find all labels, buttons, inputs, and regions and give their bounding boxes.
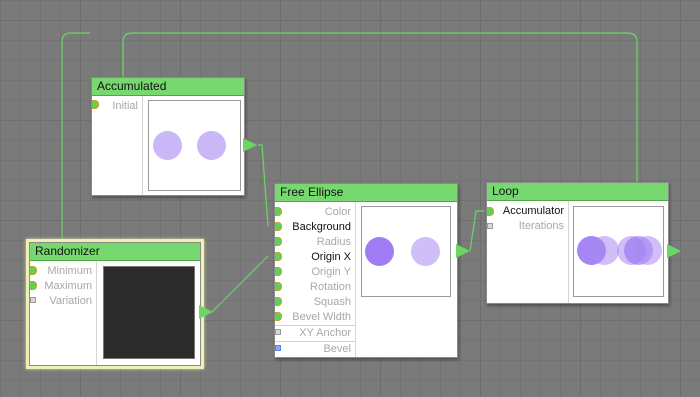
port-background[interactable]: Background <box>292 220 351 235</box>
input-port-squash[interactable] <box>275 297 282 306</box>
input-port-minimum[interactable] <box>30 266 37 275</box>
port-maximum[interactable]: Maximum <box>44 279 92 294</box>
input-port-color[interactable] <box>275 207 282 216</box>
input-port-initial[interactable] <box>92 100 99 109</box>
port-origin-y[interactable]: Origin Y <box>311 265 351 280</box>
port-bevel[interactable]: Bevel <box>323 342 351 357</box>
input-port-origin-x[interactable] <box>275 252 282 261</box>
port-rotation[interactable]: Rotation <box>310 280 351 295</box>
input-port-rotation[interactable] <box>275 282 282 291</box>
preview-circle <box>411 237 440 266</box>
wire-randomizer-to-origin-x <box>211 255 269 313</box>
preview-circle <box>197 131 226 160</box>
node-title[interactable]: Loop <box>487 183 668 201</box>
accumulated-output-port[interactable] <box>243 138 257 152</box>
input-port-origin-y[interactable] <box>275 267 282 276</box>
input-port-bevel[interactable] <box>275 345 281 351</box>
randomizer-node[interactable]: Randomizer Minimum Maximum Variation <box>26 239 204 369</box>
loop-node[interactable]: Loop Accumulator Iterations <box>486 182 669 304</box>
loop-output-port[interactable] <box>667 244 681 258</box>
preview-canvas <box>573 206 664 297</box>
preview-circle <box>633 236 662 265</box>
node-ports: Color Background Radius Origin X Origin … <box>275 202 356 357</box>
node-ports: Minimum Maximum Variation <box>30 261 97 365</box>
input-port-xy-anchor[interactable] <box>275 329 281 335</box>
node-title[interactable]: Free Ellipse <box>275 184 457 202</box>
input-port-variation[interactable] <box>30 297 36 303</box>
randomizer-output-port[interactable] <box>199 305 213 319</box>
port-accumulator[interactable]: Accumulator <box>503 204 564 219</box>
input-port-bevel-width[interactable] <box>275 312 282 321</box>
port-color[interactable]: Color <box>325 205 351 220</box>
port-radius[interactable]: Radius <box>317 235 351 250</box>
port-iterations[interactable]: Iterations <box>519 219 564 234</box>
free-ellipse-node[interactable]: Free Ellipse Color Background Radius Ori… <box>274 183 458 358</box>
free-ellipse-output-port[interactable] <box>456 244 470 258</box>
preview-circle <box>153 131 182 160</box>
preview-circle <box>365 237 394 266</box>
wire-ellipse-to-accumulator <box>469 210 484 252</box>
input-port-maximum[interactable] <box>30 281 37 290</box>
port-variation[interactable]: Variation <box>49 294 92 309</box>
accumulated-node[interactable]: Accumulated Initial <box>91 77 245 196</box>
preview-canvas <box>103 266 195 359</box>
node-title[interactable]: Randomizer <box>30 243 200 261</box>
port-bevel-width[interactable]: Bevel Width <box>292 310 351 325</box>
port-xy-anchor[interactable]: XY Anchor <box>275 325 355 342</box>
node-ports: Initial <box>92 96 143 195</box>
input-port-background[interactable] <box>275 222 282 231</box>
port-initial[interactable]: Initial <box>112 99 138 114</box>
input-port-iterations[interactable] <box>487 223 493 229</box>
preview-canvas <box>361 206 451 297</box>
input-port-radius[interactable] <box>275 237 282 246</box>
port-squash[interactable]: Squash <box>314 295 351 310</box>
port-origin-x[interactable]: Origin X <box>311 250 351 265</box>
input-port-accumulator[interactable] <box>487 207 494 216</box>
node-title[interactable]: Accumulated <box>92 78 244 96</box>
preview-circle <box>590 236 619 265</box>
preview-canvas <box>148 100 241 191</box>
wire-randomizer-up <box>61 32 90 240</box>
wire-accumulated-to-background <box>258 144 269 227</box>
port-minimum[interactable]: Minimum <box>47 264 92 279</box>
node-ports: Accumulator Iterations <box>487 201 569 303</box>
